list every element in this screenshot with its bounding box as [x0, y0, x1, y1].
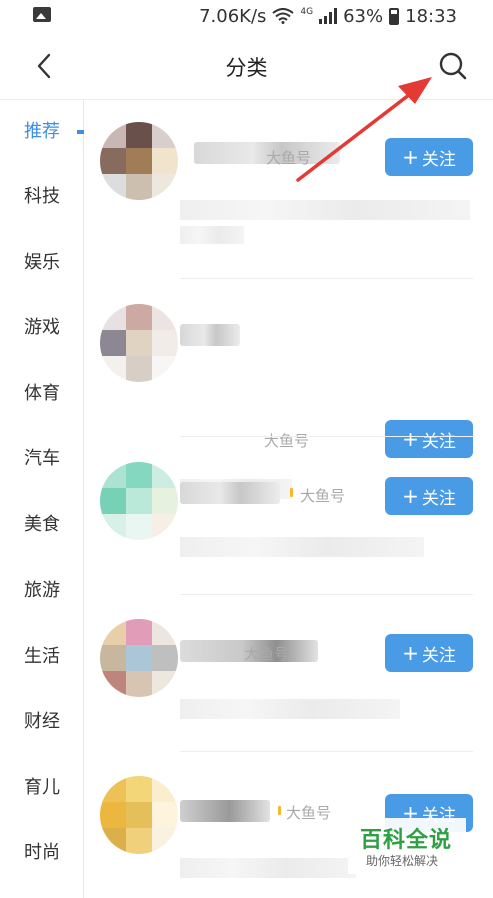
- avatar: [100, 776, 178, 854]
- sidebar-item-recommend[interactable]: 推荐: [0, 112, 84, 152]
- sidebar-item-label: 体育: [24, 383, 60, 404]
- sidebar-item-fashion[interactable]: 时尚: [0, 833, 84, 873]
- sidebar-item-label: 科技: [24, 186, 60, 207]
- watermark-title: 百科全说: [360, 828, 453, 853]
- sidebar-item-label: 生活: [24, 646, 60, 667]
- plus-icon: +: [402, 145, 419, 169]
- sidebar-item-label: 旅游: [24, 580, 60, 601]
- account-list: 大鱼号 + 关注 大鱼号 + 关注 大鱼号 + 关注 大鱼号 + 关注 大鱼号 …: [84, 100, 493, 898]
- account-card[interactable]: 大鱼号 + 关注: [84, 438, 493, 595]
- status-right: 7.06K/s 4G 63% 18:33: [199, 4, 457, 28]
- source-tag: 大鱼号: [300, 487, 346, 505]
- follow-label: 关注: [421, 488, 456, 509]
- account-description: [180, 200, 470, 220]
- page-title: 分类: [225, 56, 268, 80]
- sidebar-item-label: 汽车: [24, 448, 60, 469]
- divider: [180, 278, 473, 279]
- network-type: 4G: [300, 6, 314, 17]
- search-icon: [439, 52, 467, 80]
- follow-label: 关注: [421, 645, 456, 666]
- active-indicator: [77, 130, 84, 134]
- account-name: [180, 482, 280, 504]
- sidebar-item-food[interactable]: 美食: [0, 505, 84, 545]
- sidebar-item-label: 育儿: [24, 777, 60, 798]
- watermark-subtitle: 助你轻松解决: [366, 854, 439, 868]
- account-description: [180, 537, 424, 557]
- clock: 18:33: [405, 5, 457, 27]
- sidebar-item-label: 游戏: [24, 317, 60, 338]
- sidebar-item-life[interactable]: 生活: [0, 637, 84, 677]
- account-name: [180, 800, 270, 822]
- top-bar: 分类: [0, 32, 493, 100]
- avatar: [100, 462, 178, 540]
- account-description: [180, 858, 356, 878]
- sidebar-item-travel[interactable]: 旅游: [0, 571, 84, 611]
- wifi-icon: [272, 8, 295, 24]
- account-name: [180, 324, 240, 346]
- avatar: [100, 304, 178, 382]
- verified-badge: [278, 806, 281, 815]
- follow-button[interactable]: + 关注: [385, 138, 473, 176]
- sidebar-item-finance[interactable]: 财经: [0, 702, 84, 742]
- sidebar-item-label: 时尚: [24, 842, 60, 863]
- network-speed: 7.06K/s: [199, 5, 267, 27]
- search-button[interactable]: [435, 48, 471, 84]
- signal-icon: [319, 8, 338, 24]
- category-sidebar: 推荐 科技 娱乐 游戏 体育 汽车 美食 旅游 生活 财经 育儿 时尚: [0, 100, 84, 898]
- sidebar-item-label: 推荐: [24, 121, 60, 142]
- sidebar-item-cars[interactable]: 汽车: [0, 439, 84, 479]
- sidebar-item-games[interactable]: 游戏: [0, 308, 84, 348]
- watermark-logo: 百科全说 助你轻松解决: [348, 818, 466, 874]
- sidebar-item-entertainment[interactable]: 娱乐: [0, 243, 84, 283]
- sidebar-item-label: 娱乐: [24, 252, 60, 273]
- divider: [180, 436, 473, 437]
- account-card[interactable]: 大鱼号 + 关注: [84, 122, 493, 279]
- account-description: [180, 699, 400, 719]
- plus-icon: +: [402, 484, 419, 508]
- account-card[interactable]: 大鱼号 + 关注: [84, 280, 493, 499]
- source-tag: 大鱼号: [286, 804, 332, 822]
- sidebar-item-sports[interactable]: 体育: [0, 374, 84, 414]
- sidebar-item-label: 美食: [24, 514, 60, 535]
- battery-percent: 63%: [343, 5, 384, 27]
- status-bar: 7.06K/s 4G 63% 18:33: [0, 0, 493, 32]
- sidebar-item-label: 财经: [24, 711, 60, 732]
- follow-button[interactable]: + 关注: [385, 477, 473, 515]
- source-tag: 大鱼号: [266, 149, 312, 167]
- avatar: [100, 619, 178, 697]
- account-description: [180, 226, 244, 244]
- sidebar-item-tech[interactable]: 科技: [0, 177, 84, 217]
- battery-icon: [389, 7, 400, 25]
- sidebar-item-parenting[interactable]: 育儿: [0, 768, 84, 808]
- source-tag: 大鱼号: [244, 645, 290, 663]
- plus-icon: +: [402, 641, 419, 665]
- account-card[interactable]: 大鱼号 + 关注: [84, 595, 493, 752]
- avatar: [100, 122, 178, 200]
- follow-button[interactable]: + 关注: [385, 634, 473, 672]
- follow-label: 关注: [421, 149, 456, 170]
- gallery-icon: [33, 7, 51, 22]
- verified-badge: [290, 488, 293, 497]
